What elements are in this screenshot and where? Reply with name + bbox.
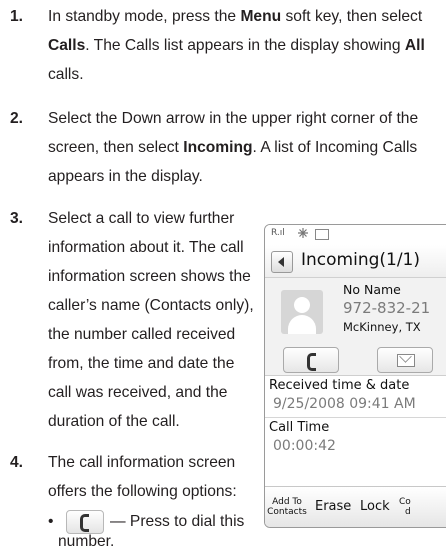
step-line: from, the time and date the <box>48 355 235 372</box>
phone-screen: R.ıl Incoming(1/1) No Name 972-832-21 Mc… <box>264 224 446 528</box>
step-line: duration of the call. <box>48 413 180 430</box>
title-bar: Incoming(1/1) <box>265 245 446 278</box>
copy-softkey[interactable]: Co d <box>399 497 429 527</box>
step-number: 4. <box>10 454 24 471</box>
step-text: In standby mode, press the Menu soft key… <box>48 2 425 89</box>
step-text: Select the Down arrow in the upper right… <box>48 104 418 191</box>
bullet-text-continued: number. <box>58 533 115 550</box>
emphasis-text: Calls <box>48 37 86 54</box>
step-line: In standby mode, press the Menu soft key… <box>48 8 423 25</box>
call-time-value: 00:00:42 <box>273 438 336 454</box>
step-line: Calls. The Calls list appears in the dis… <box>48 37 425 54</box>
call-handset-icon <box>307 353 316 371</box>
back-arrow-icon[interactable] <box>271 251 293 273</box>
step-line: calls. <box>48 66 84 83</box>
step-text: The call information screen offers the fo… <box>48 448 237 506</box>
received-value: 9/25/2008 09:41 AM <box>273 396 416 412</box>
step-line: information screen shows the <box>48 268 251 285</box>
contact-name: No Name <box>343 282 401 297</box>
avatar-head <box>294 297 310 313</box>
softkey-label: Add To <box>272 497 302 507</box>
softkey-bar: Add To Contacts Erase Lock Co d <box>265 486 446 527</box>
step-line: caller’s name (Contacts only), <box>48 297 254 314</box>
step-line: the number called received <box>48 326 236 343</box>
action-row <box>265 344 446 376</box>
softkey-label: Contacts <box>267 507 307 517</box>
step-line: offers the following options: <box>48 483 237 500</box>
emphasis-text: Menu <box>240 8 282 25</box>
step-text: Select a call to view further information… <box>48 204 254 436</box>
softkey-label: Co <box>399 497 411 507</box>
step-line: appears in the display. <box>48 168 203 185</box>
step-line: information about it. The call <box>48 239 244 256</box>
step-line: call was received, and the <box>48 384 228 401</box>
screen-title: Incoming(1/1) <box>301 250 421 270</box>
softkey-label: d <box>405 507 411 517</box>
emphasis-text: All <box>404 37 425 54</box>
add-to-contacts-softkey[interactable]: Add To Contacts <box>267 497 307 527</box>
step-line: screen, then select Incoming. A list of … <box>48 139 418 156</box>
erase-softkey[interactable]: Erase <box>315 487 351 527</box>
status-bar: R.ıl <box>265 225 446 245</box>
status-icon <box>297 227 309 239</box>
call-details: Received time & date 9/25/2008 09:41 AM … <box>265 375 446 480</box>
call-handset-icon <box>80 514 89 532</box>
step-number: 2. <box>10 110 24 127</box>
manual-page: 1. In standby mode, press the Menu soft k… <box>0 0 446 553</box>
avatar-body <box>288 315 316 334</box>
signal-indicator: R.ıl <box>271 228 285 238</box>
message-button[interactable] <box>377 347 433 373</box>
lock-softkey[interactable]: Lock <box>360 487 390 527</box>
bullet-dot: • <box>48 513 54 530</box>
received-label: Received time & date <box>269 378 410 393</box>
contact-number: 972-832-21 <box>343 299 431 317</box>
step-number: 1. <box>10 8 24 25</box>
contact-location: McKinney, TX <box>343 320 421 334</box>
avatar <box>281 290 323 334</box>
envelope-icon <box>397 354 415 367</box>
call-time-label: Call Time <box>269 420 330 435</box>
call-button[interactable] <box>283 347 339 373</box>
step-line: The call information screen <box>48 454 236 471</box>
call-button-icon <box>66 510 104 534</box>
divider <box>265 417 446 418</box>
step-line: Select a call to view further <box>48 210 235 227</box>
message-status-icon <box>315 229 329 240</box>
step-line: Select the Down arrow in the upper right… <box>48 110 419 127</box>
bullet-text: — Press to dial this <box>110 513 245 530</box>
contact-info: No Name 972-832-21 McKinney, TX <box>265 278 446 344</box>
emphasis-text: Incoming <box>183 139 253 156</box>
step-number: 3. <box>10 210 24 227</box>
